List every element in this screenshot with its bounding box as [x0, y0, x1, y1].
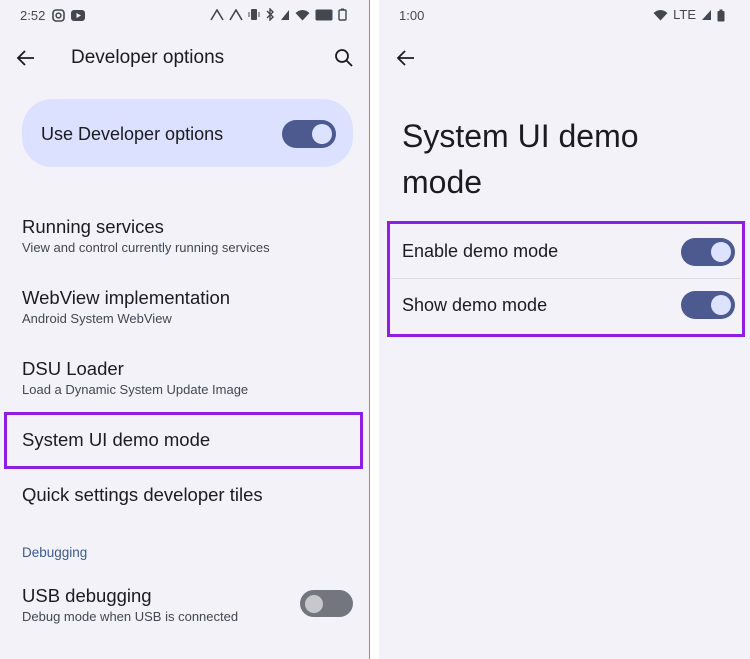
- bluetooth-icon: [266, 8, 274, 21]
- show-demo-mode-label: Show demo mode: [402, 295, 548, 315]
- battery-icon: [717, 9, 725, 21]
- page-title: Developer options: [71, 47, 225, 68]
- category-debugging: Debugging: [22, 545, 88, 560]
- status-icons: [210, 8, 347, 21]
- pref-usb-debugging[interactable]: USB debugging Debug mode when USB is con…: [22, 585, 238, 624]
- show-demo-mode-row[interactable]: Show demo mode: [388, 279, 743, 333]
- system-ui-demo-mode-screen: 1:00 LTE System UI demo mode Enable demo…: [379, 0, 750, 659]
- pref-webview-implementation[interactable]: WebView implementation Android System We…: [22, 287, 230, 326]
- pref-summary: Load a Dynamic System Update Image: [22, 382, 249, 397]
- app-bar: [379, 38, 750, 78]
- use-developer-options-card[interactable]: Use Developer options: [22, 99, 353, 167]
- use-developer-options-switch[interactable]: [282, 120, 336, 148]
- pref-title: WebView implementation: [22, 287, 231, 308]
- vibrate-icon: [248, 9, 260, 20]
- status-time: 1:00: [399, 8, 425, 23]
- wifi-call-icon: [210, 8, 224, 20]
- pref-summary: Android System WebView: [22, 311, 172, 326]
- pref-title: Quick settings developer tiles: [22, 484, 263, 505]
- signal-icon: [702, 10, 711, 20]
- pref-summary: View and control currently running servi…: [22, 240, 270, 255]
- youtube-icon: [71, 10, 85, 21]
- status-icons: LTE: [653, 8, 725, 22]
- switch-thumb: [711, 242, 731, 262]
- switch-thumb: [711, 295, 731, 315]
- pref-title: USB debugging: [22, 585, 152, 606]
- app-bar: Developer options: [0, 38, 369, 78]
- pref-title: Running services: [22, 216, 164, 237]
- switch-thumb: [305, 595, 323, 613]
- instagram-icon: [52, 9, 65, 22]
- volte-icon: [315, 9, 333, 20]
- back-arrow-icon[interactable]: [14, 46, 38, 70]
- wifi-call-icon: [229, 8, 243, 20]
- status-bar: 2:52: [0, 0, 369, 32]
- wifi-icon: [295, 9, 310, 20]
- switch-thumb: [312, 124, 332, 144]
- divider: [369, 0, 370, 659]
- status-bar: 1:00 LTE: [379, 0, 750, 32]
- page-title: System UI demo mode: [402, 118, 639, 200]
- pref-system-ui-demo-mode[interactable]: System UI demo mode: [22, 429, 210, 451]
- usb-debugging-switch[interactable]: [300, 590, 353, 617]
- use-developer-options-label: Use Developer options: [41, 124, 224, 144]
- pref-quick-settings-developer-tiles[interactable]: Quick settings developer tiles: [22, 484, 263, 506]
- wifi-icon: [653, 10, 668, 21]
- pref-running-services[interactable]: Running services View and control curren…: [22, 216, 270, 255]
- battery-icon: [338, 8, 347, 21]
- search-icon[interactable]: [333, 47, 355, 69]
- network-type: LTE: [673, 7, 696, 22]
- enable-demo-mode-row[interactable]: Enable demo mode: [388, 225, 743, 279]
- developer-options-screen: 2:52 Developer options Use Developer opt…: [0, 0, 369, 659]
- pref-title: DSU Loader: [22, 358, 124, 379]
- enable-demo-mode-label: Enable demo mode: [402, 241, 559, 261]
- signal-icon: [281, 9, 289, 20]
- pref-summary: Debug mode when USB is connected: [22, 609, 239, 624]
- show-demo-mode-switch[interactable]: [681, 291, 735, 319]
- enable-demo-mode-switch[interactable]: [681, 238, 735, 266]
- status-time: 2:52: [20, 8, 46, 23]
- pref-title: System UI demo mode: [22, 429, 211, 450]
- pref-dsu-loader[interactable]: DSU Loader Load a Dynamic System Update …: [22, 358, 248, 397]
- back-arrow-icon[interactable]: [394, 46, 418, 70]
